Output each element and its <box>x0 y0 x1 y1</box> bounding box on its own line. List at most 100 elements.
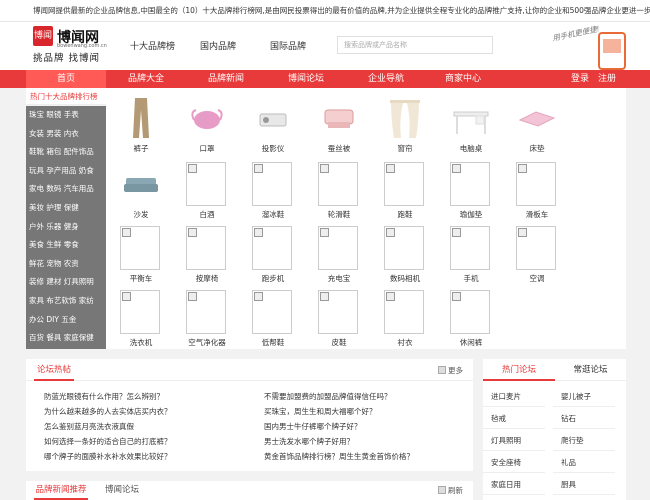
forum-post-link[interactable]: 黄金首饰品牌排行榜？周生生黄金首饰价格？ <box>264 451 414 462</box>
product-tile[interactable]: 数码相机 <box>372 222 438 283</box>
sidebar-item[interactable]: 办公 DIY 五金 <box>26 311 106 330</box>
sidebar-title[interactable]: 热门十大品牌排行榜 <box>26 88 106 105</box>
nav-merchant-center[interactable]: 商家中心 <box>426 70 500 88</box>
product-tile[interactable]: 手机 <box>438 222 504 283</box>
sidebar-item[interactable]: 户外 乐器 健身 <box>26 218 106 237</box>
product-tile[interactable]: 投影仪 <box>240 92 306 153</box>
sidebar-item[interactable]: 美食 生鲜 零食 <box>26 236 106 255</box>
forum-post-link[interactable]: 如何选择一条好的适合自己的打底裤？ <box>44 436 172 447</box>
sidebar-item[interactable]: 鲜花 宠物 农资 <box>26 255 106 274</box>
nav-top-brands[interactable]: 十大品牌榜 <box>130 39 175 52</box>
login-link[interactable]: 登录 <box>567 70 593 88</box>
product-tile[interactable]: 皮鞋 <box>306 286 372 347</box>
product-label: 皮鞋 <box>331 338 347 347</box>
forum-category-link[interactable]: 厨具 <box>553 475 615 495</box>
product-tile[interactable]: 沙发 <box>108 158 174 219</box>
register-link[interactable]: 注册 <box>594 70 620 88</box>
forum-post-link[interactable]: 哪个牌子的面膜补水补水效果比较好？ <box>44 451 172 462</box>
product-tile[interactable]: 溜冰鞋 <box>240 158 306 219</box>
product-label: 休闲裤 <box>459 338 483 347</box>
logo-url: bowenwang.com.cn <box>57 43 107 49</box>
product-tile[interactable]: 洗衣机 <box>108 286 174 347</box>
search-input[interactable]: 搜索品牌或产品名称 <box>337 36 493 54</box>
tab-forum-hot[interactable]: 论坛热帖 <box>34 359 74 381</box>
forum-post-link[interactable]: 防蓝光眼镜有什么作用？怎么辨别？ <box>44 391 164 402</box>
nav-company-directory[interactable]: 企业导航 <box>346 70 426 88</box>
product-tile[interactable]: 低帮鞋 <box>240 286 306 347</box>
mobile-promo[interactable]: 用手机更便捷! <box>552 24 642 70</box>
forum-category-link[interactable]: 婴儿被子 <box>553 387 615 407</box>
product-tile[interactable]: 窗帘 <box>372 92 438 153</box>
forum-category-link[interactable]: 爬行垫 <box>553 431 615 451</box>
product-label: 电脑桌 <box>459 144 483 153</box>
product-label: 蚕丝被 <box>327 144 351 153</box>
forum-post-link[interactable]: 怎么鉴别蓝月亮洗衣液真假 <box>44 421 134 432</box>
image-placeholder-icon <box>384 226 424 270</box>
product-tile[interactable]: 瑜伽垫 <box>438 158 504 219</box>
product-tile[interactable]: 裤子 <box>108 92 174 153</box>
product-tile[interactable]: 跑鞋 <box>372 158 438 219</box>
forum-post-link[interactable]: 为什么越来越多的人去实体店买内衣？ <box>44 406 172 417</box>
sidebar-item[interactable]: 家具 布艺软饰 家纺 <box>26 292 106 311</box>
product-tile[interactable]: 白酒 <box>174 158 240 219</box>
tab-brand-news[interactable]: 品牌新闻推荐 <box>34 481 88 500</box>
product-tile[interactable]: 蚕丝被 <box>306 92 372 153</box>
forum-post-link[interactable]: 买珠宝，周生生和周大福哪个好？ <box>264 406 377 417</box>
tab-common-forum[interactable]: 常逛论坛 <box>555 359 626 381</box>
product-tile[interactable]: 电脑桌 <box>438 92 504 153</box>
product-label: 空调 <box>529 274 545 283</box>
forum-category-link[interactable]: 毡戒 <box>483 409 545 429</box>
forum-category-link[interactable]: 灯具照明 <box>483 431 545 451</box>
image-placeholder-icon <box>384 290 424 334</box>
forum-post-link[interactable]: 男士洗发水哪个牌子好用？ <box>264 436 354 447</box>
product-tile[interactable]: 口罩 <box>174 92 240 153</box>
product-label: 瑜伽垫 <box>459 210 483 219</box>
nav-international-brands[interactable]: 国际品牌 <box>270 39 306 52</box>
forum-category-link[interactable]: 安全座椅 <box>483 453 545 473</box>
product-tile[interactable]: 床垫 <box>504 92 570 153</box>
tab-hot-forum[interactable]: 热门论坛 <box>483 359 555 381</box>
product-tile[interactable]: 衬衣 <box>372 286 438 347</box>
product-tile[interactable]: 平衡车 <box>108 222 174 283</box>
product-label: 投影仪 <box>261 144 285 153</box>
nav-brand-news[interactable]: 品牌新闻 <box>186 70 266 88</box>
product-label: 床垫 <box>529 144 545 153</box>
forum-category-link[interactable]: 进口麦片 <box>483 387 545 407</box>
sidebar-item[interactable]: 女装 男装 内衣 <box>26 125 106 144</box>
nav-brand-directory[interactable]: 品牌大全 <box>106 70 186 88</box>
forum-category-link[interactable]: 礼品 <box>553 453 615 473</box>
image-placeholder-icon <box>252 290 292 334</box>
more-link[interactable]: 更多 <box>438 365 463 376</box>
sidebar-item[interactable]: 玩具 孕产用品 奶食 <box>26 162 106 181</box>
product-tile[interactable]: 空调 <box>504 222 570 283</box>
sidebar-item[interactable]: 装修 建材 灯具照明 <box>26 273 106 292</box>
sidebar-item[interactable]: 珠宝 眼镜 手表 <box>26 106 106 125</box>
product-tile[interactable]: 空气净化器 <box>174 286 240 347</box>
image-placeholder-icon <box>318 226 358 270</box>
sidebar-item[interactable]: 美妆 护理 保健 <box>26 199 106 218</box>
product-tile[interactable]: 休闲裤 <box>438 286 504 347</box>
forum-post-link[interactable]: 不需要加盟费的加盟品牌值得信任吗？ <box>264 391 392 402</box>
sidebar-item[interactable]: 百货 餐具 家庭保健 <box>26 329 106 348</box>
nav-home[interactable]: 首页 <box>26 70 106 88</box>
product-tile[interactable]: 跑步机 <box>240 222 306 283</box>
forum-category-link[interactable]: 家庭日用 <box>483 475 545 495</box>
product-tile[interactable]: 按摩椅 <box>174 222 240 283</box>
tab-forum-news[interactable]: 博闻论坛 <box>102 481 142 500</box>
sidebar-item[interactable]: 家电 数码 汽车用品 <box>26 180 106 199</box>
product-label: 窗帘 <box>397 144 413 153</box>
logo-icon[interactable]: 博闻 <box>33 26 53 46</box>
mattress-image <box>518 111 556 127</box>
product-tile[interactable]: 轮滑鞋 <box>306 158 372 219</box>
product-label: 按摩椅 <box>195 274 219 283</box>
refresh-link[interactable]: 刷新 <box>438 485 463 496</box>
forum-category-link[interactable]: 钻石 <box>553 409 615 429</box>
nav-domestic-brands[interactable]: 国内品牌 <box>200 39 236 52</box>
forum-post-link[interactable]: 国内男士牛仔裤哪个牌子好？ <box>264 421 362 432</box>
sofa-image <box>124 178 158 192</box>
product-tile[interactable]: 滑板车 <box>504 158 570 219</box>
projector-image <box>259 113 287 127</box>
sidebar-item[interactable]: 鞋靴 箱包 配件饰品 <box>26 143 106 162</box>
product-tile[interactable]: 充电宝 <box>306 222 372 283</box>
nav-forum[interactable]: 博闻论坛 <box>266 70 346 88</box>
